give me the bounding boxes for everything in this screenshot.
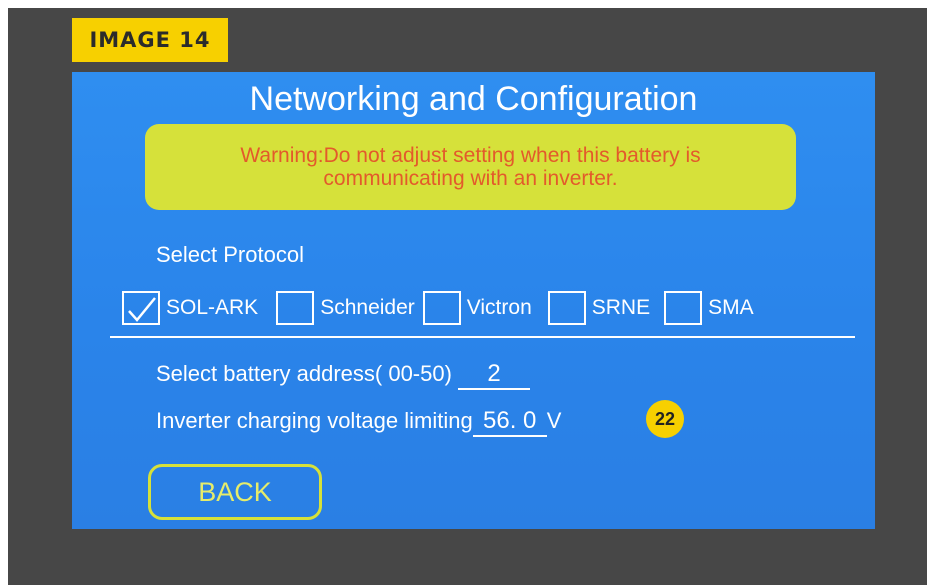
protocol-option-sma[interactable]: SMA <box>664 291 754 325</box>
victron-checkbox[interactable] <box>422 291 461 325</box>
callout-badge: 22 <box>646 400 684 438</box>
charging-voltage-field[interactable]: 56. 0 <box>472 407 547 437</box>
charging-voltage-label: Inverter charging voltage limiting <box>156 408 473 433</box>
charging-voltage-row: Inverter charging voltage limiting 56. 0 V <box>156 407 561 437</box>
protocol-label: SRNE <box>591 296 651 319</box>
warning-text: Warning:Do not adjust setting when this … <box>240 144 701 190</box>
back-button[interactable]: BACK <box>148 464 322 520</box>
schneider-checkbox[interactable] <box>276 291 315 325</box>
protocol-label: SMA <box>708 296 754 319</box>
battery-address-field[interactable]: 2 <box>458 360 531 390</box>
protocol-options: SOL-ARK Schneider Victron SRNE SMA <box>122 288 762 328</box>
divider <box>110 336 855 338</box>
checkmark-icon <box>128 297 156 322</box>
srne-checkbox[interactable] <box>547 291 586 325</box>
protocol-option-schneider[interactable]: Schneider <box>276 291 415 325</box>
charging-voltage-value: 56. 0 <box>483 407 537 434</box>
image-tag: IMAGE 14 <box>72 18 228 62</box>
warning-banner: Warning:Do not adjust setting when this … <box>145 124 796 210</box>
battery-address-row: Select battery address( 00-50) 2 <box>156 360 531 390</box>
protocol-option-srne[interactable]: SRNE <box>547 291 651 325</box>
protocol-label: SOL-ARK <box>166 296 259 319</box>
charging-voltage-unit: V <box>546 408 562 433</box>
sma-checkbox[interactable] <box>664 291 703 325</box>
battery-address-value: 2 <box>487 360 501 387</box>
battery-address-label: Select battery address( 00-50) <box>156 361 452 386</box>
sol-ark-checkbox[interactable] <box>122 291 160 325</box>
protocol-option-sol-ark[interactable]: SOL-ARK <box>122 291 258 325</box>
config-screen: Networking and Configuration Warning:Do … <box>72 72 875 529</box>
protocol-label: Victron <box>466 296 532 319</box>
page-title: Networking and Configuration <box>249 80 698 118</box>
select-protocol-label: Select Protocol <box>156 242 304 267</box>
protocol-option-victron[interactable]: Victron <box>422 291 532 325</box>
protocol-label: Schneider <box>320 296 415 319</box>
